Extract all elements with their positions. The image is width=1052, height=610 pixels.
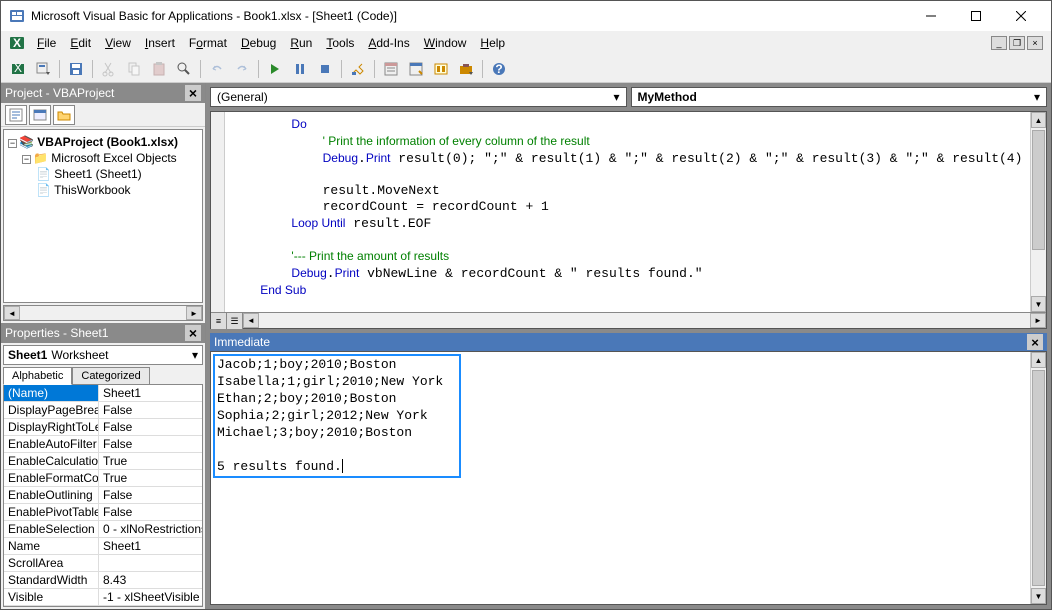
- full-module-view-icon[interactable]: ☰: [227, 313, 243, 329]
- property-row[interactable]: EnableCalculationTrue: [4, 453, 202, 470]
- tree-folder[interactable]: Microsoft Excel Objects: [51, 151, 176, 165]
- menu-addins[interactable]: Add-Ins: [362, 34, 415, 52]
- immediate-title: Immediate: [214, 335, 270, 349]
- tree-item-sheet1[interactable]: Sheet1 (Sheet1): [54, 167, 141, 181]
- property-row[interactable]: EnableSelection0 - xlNoRestrictions: [4, 521, 202, 538]
- reset-icon[interactable]: [314, 58, 336, 80]
- object-browser-icon[interactable]: [430, 58, 452, 80]
- project-explorer-icon[interactable]: [380, 58, 402, 80]
- window-maximize[interactable]: [953, 1, 998, 31]
- property-row[interactable]: EnableAutoFilterFalse: [4, 436, 202, 453]
- tab-alphabetic[interactable]: Alphabetic: [3, 367, 72, 385]
- immediate-text[interactable]: Jacob;1;boy;2010;Boston Isabella;1;girl;…: [211, 352, 1046, 479]
- properties-panel-title: Properties - Sheet1: [5, 326, 108, 340]
- view-object-icon[interactable]: [29, 105, 51, 125]
- menubar: X File Edit View Insert Format Debug Run…: [1, 31, 1051, 55]
- window-minimize[interactable]: [908, 1, 953, 31]
- mdi-close[interactable]: ×: [1027, 36, 1043, 50]
- save-icon[interactable]: [65, 58, 87, 80]
- properties-window-icon[interactable]: [405, 58, 427, 80]
- property-row[interactable]: NameSheet1: [4, 538, 202, 555]
- properties-panel-header: Properties - Sheet1 ×: [1, 323, 205, 343]
- menu-run[interactable]: Run: [284, 34, 318, 52]
- immediate-vscroll[interactable]: ▲ ▼: [1030, 352, 1046, 604]
- properties-object-selector[interactable]: Sheet1 Worksheet ▾: [3, 345, 203, 365]
- property-row[interactable]: EnableFormatConditionsCalculationTrue: [4, 470, 202, 487]
- property-row[interactable]: Visible-1 - xlSheetVisible: [4, 589, 202, 606]
- menu-edit[interactable]: Edit: [64, 34, 97, 52]
- code-text[interactable]: Do ' Print the information of every colu…: [211, 112, 1046, 312]
- run-icon[interactable]: [264, 58, 286, 80]
- mdi-minimize[interactable]: _: [991, 36, 1007, 50]
- property-row[interactable]: (Name)Sheet1: [4, 385, 202, 402]
- help-icon[interactable]: ?: [488, 58, 510, 80]
- code-vscroll[interactable]: ▲ ▼: [1030, 112, 1046, 312]
- menu-debug[interactable]: Debug: [235, 34, 282, 52]
- menu-help[interactable]: Help: [474, 34, 511, 52]
- project-tree[interactable]: −📚 VBAProject (Book1.xlsx) −📁 Microsoft …: [3, 129, 203, 303]
- app-icon: [9, 8, 25, 24]
- svg-text:X: X: [13, 36, 21, 50]
- menu-window[interactable]: Window: [418, 34, 473, 52]
- project-toolbar: [1, 103, 205, 127]
- property-row[interactable]: DisplayRightToLeftFalse: [4, 419, 202, 436]
- copy-icon[interactable]: [123, 58, 145, 80]
- window-close[interactable]: [998, 1, 1043, 31]
- break-icon[interactable]: [289, 58, 311, 80]
- design-mode-icon[interactable]: [347, 58, 369, 80]
- titlebar: Microsoft Visual Basic for Applications …: [1, 1, 1051, 31]
- immediate-header: Immediate ×: [210, 333, 1047, 351]
- toggle-folders-icon[interactable]: [53, 105, 75, 125]
- titlebar-text: Microsoft Visual Basic for Applications …: [31, 9, 908, 23]
- code-editor[interactable]: Do ' Print the information of every colu…: [210, 111, 1047, 329]
- tree-root[interactable]: VBAProject (Book1.xlsx): [37, 135, 178, 149]
- project-hscroll[interactable]: ◄►: [3, 305, 203, 321]
- properties-grid[interactable]: (Name)Sheet1DisplayPageBreaksFalseDispla…: [3, 384, 203, 607]
- insert-userform-icon[interactable]: [32, 58, 54, 80]
- menu-file[interactable]: File: [31, 34, 62, 52]
- tab-categorized[interactable]: Categorized: [72, 367, 149, 385]
- code-margin: [211, 112, 225, 312]
- excel-icon: X: [9, 35, 25, 51]
- find-icon[interactable]: [173, 58, 195, 80]
- svg-text:?: ?: [495, 62, 502, 76]
- property-row[interactable]: EnableOutliningFalse: [4, 487, 202, 504]
- code-procedure-dropdown[interactable]: MyMethod▾: [631, 87, 1048, 107]
- property-row[interactable]: ScrollArea: [4, 555, 202, 572]
- property-row[interactable]: EnablePivotTableFalse: [4, 504, 202, 521]
- project-panel-header: Project - VBAProject ×: [1, 83, 205, 103]
- view-excel-icon[interactable]: X: [7, 58, 29, 80]
- tree-item-thisworkbook[interactable]: ThisWorkbook: [54, 183, 130, 197]
- view-code-icon[interactable]: [5, 105, 27, 125]
- menu-tools[interactable]: Tools: [320, 34, 360, 52]
- menu-insert[interactable]: Insert: [139, 34, 181, 52]
- property-row[interactable]: DisplayPageBreaksFalse: [4, 402, 202, 419]
- toolbar: X ?: [1, 55, 1051, 83]
- project-panel-title: Project - VBAProject: [5, 86, 114, 100]
- toolbox-icon[interactable]: [455, 58, 477, 80]
- procedure-view-icon[interactable]: ≡: [211, 313, 227, 329]
- undo-icon[interactable]: [206, 58, 228, 80]
- menu-view[interactable]: View: [99, 34, 137, 52]
- immediate-body[interactable]: Jacob;1;boy;2010;Boston Isabella;1;girl;…: [210, 351, 1047, 605]
- project-panel-close[interactable]: ×: [185, 85, 201, 101]
- properties-panel-close[interactable]: ×: [185, 325, 201, 341]
- redo-icon[interactable]: [231, 58, 253, 80]
- svg-text:X: X: [14, 61, 22, 75]
- menu-format[interactable]: Format: [183, 34, 233, 52]
- mdi-restore[interactable]: ❐: [1009, 36, 1025, 50]
- code-object-dropdown[interactable]: (General)▾: [210, 87, 627, 107]
- immediate-close[interactable]: ×: [1027, 334, 1043, 350]
- paste-icon[interactable]: [148, 58, 170, 80]
- property-row[interactable]: StandardWidth8.43: [4, 572, 202, 589]
- cut-icon[interactable]: [98, 58, 120, 80]
